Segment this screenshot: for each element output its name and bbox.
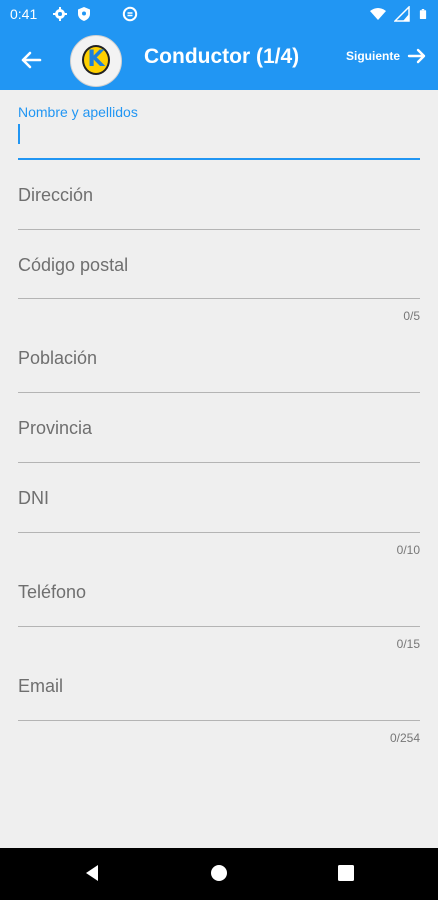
field-label-telefono: Teléfono [18, 582, 87, 602]
page-title: Conductor (1/4) [144, 45, 300, 68]
field-underline [18, 462, 420, 463]
home-circle-icon[interactable] [209, 863, 229, 883]
char-counter: 0/10 [396, 543, 420, 557]
field-email[interactable]: Email 0/254 [18, 662, 420, 746]
recents-square-icon[interactable] [336, 863, 356, 883]
system-nav-bar [0, 848, 438, 900]
next-button-label: Siguiente [345, 49, 400, 63]
field-telefono[interactable]: Teléfono 0/15 [18, 568, 420, 652]
field-label-poblacion: Población [18, 348, 98, 368]
signal-icon [394, 6, 410, 22]
status-time: 0:41 [10, 6, 38, 22]
text-cursor [18, 124, 20, 144]
data-saver-icon [122, 6, 138, 22]
char-counter: 0/15 [396, 637, 420, 651]
wifi-icon [370, 8, 386, 20]
field-label-direccion: Dirección [18, 185, 94, 205]
back-arrow-icon[interactable] [14, 43, 48, 77]
field-poblacion[interactable]: Población [18, 334, 420, 396]
field-label-dni: DNI [18, 488, 49, 508]
gear-icon [53, 7, 67, 21]
char-counter: 0/254 [389, 731, 420, 745]
app-bar: K Conductor (1/4) Siguiente [0, 28, 438, 90]
field-label-provincia: Provincia [18, 418, 93, 438]
field-underline [18, 392, 420, 393]
field-underline [18, 720, 420, 721]
logo-letter: K [82, 45, 110, 75]
field-codigo-postal[interactable]: Código postal 0/5 [18, 240, 420, 324]
field-label-nombre: Nombre y apellidos [18, 104, 138, 120]
status-bar: 0:41 [0, 0, 438, 28]
char-counter: 0/5 [403, 309, 420, 323]
field-dni[interactable]: DNI 0/10 [18, 474, 420, 558]
field-underline [18, 532, 420, 533]
field-underline [18, 298, 420, 299]
app-logo: K [70, 35, 122, 87]
field-label-email: Email [18, 676, 64, 696]
battery-icon [419, 9, 427, 19]
field-provincia[interactable]: Provincia [18, 404, 420, 466]
field-direccion[interactable]: Dirección [18, 170, 420, 232]
next-button[interactable]: Siguiente [346, 45, 428, 67]
field-nombre[interactable]: Nombre y apellidos [18, 100, 420, 162]
back-triangle-icon[interactable] [82, 863, 102, 883]
field-underline [18, 158, 420, 160]
field-underline [18, 229, 420, 230]
forward-arrow-icon [407, 48, 426, 64]
field-label-codigo-postal: Código postal [18, 255, 129, 275]
field-underline [18, 626, 420, 627]
shield-icon [78, 7, 90, 21]
